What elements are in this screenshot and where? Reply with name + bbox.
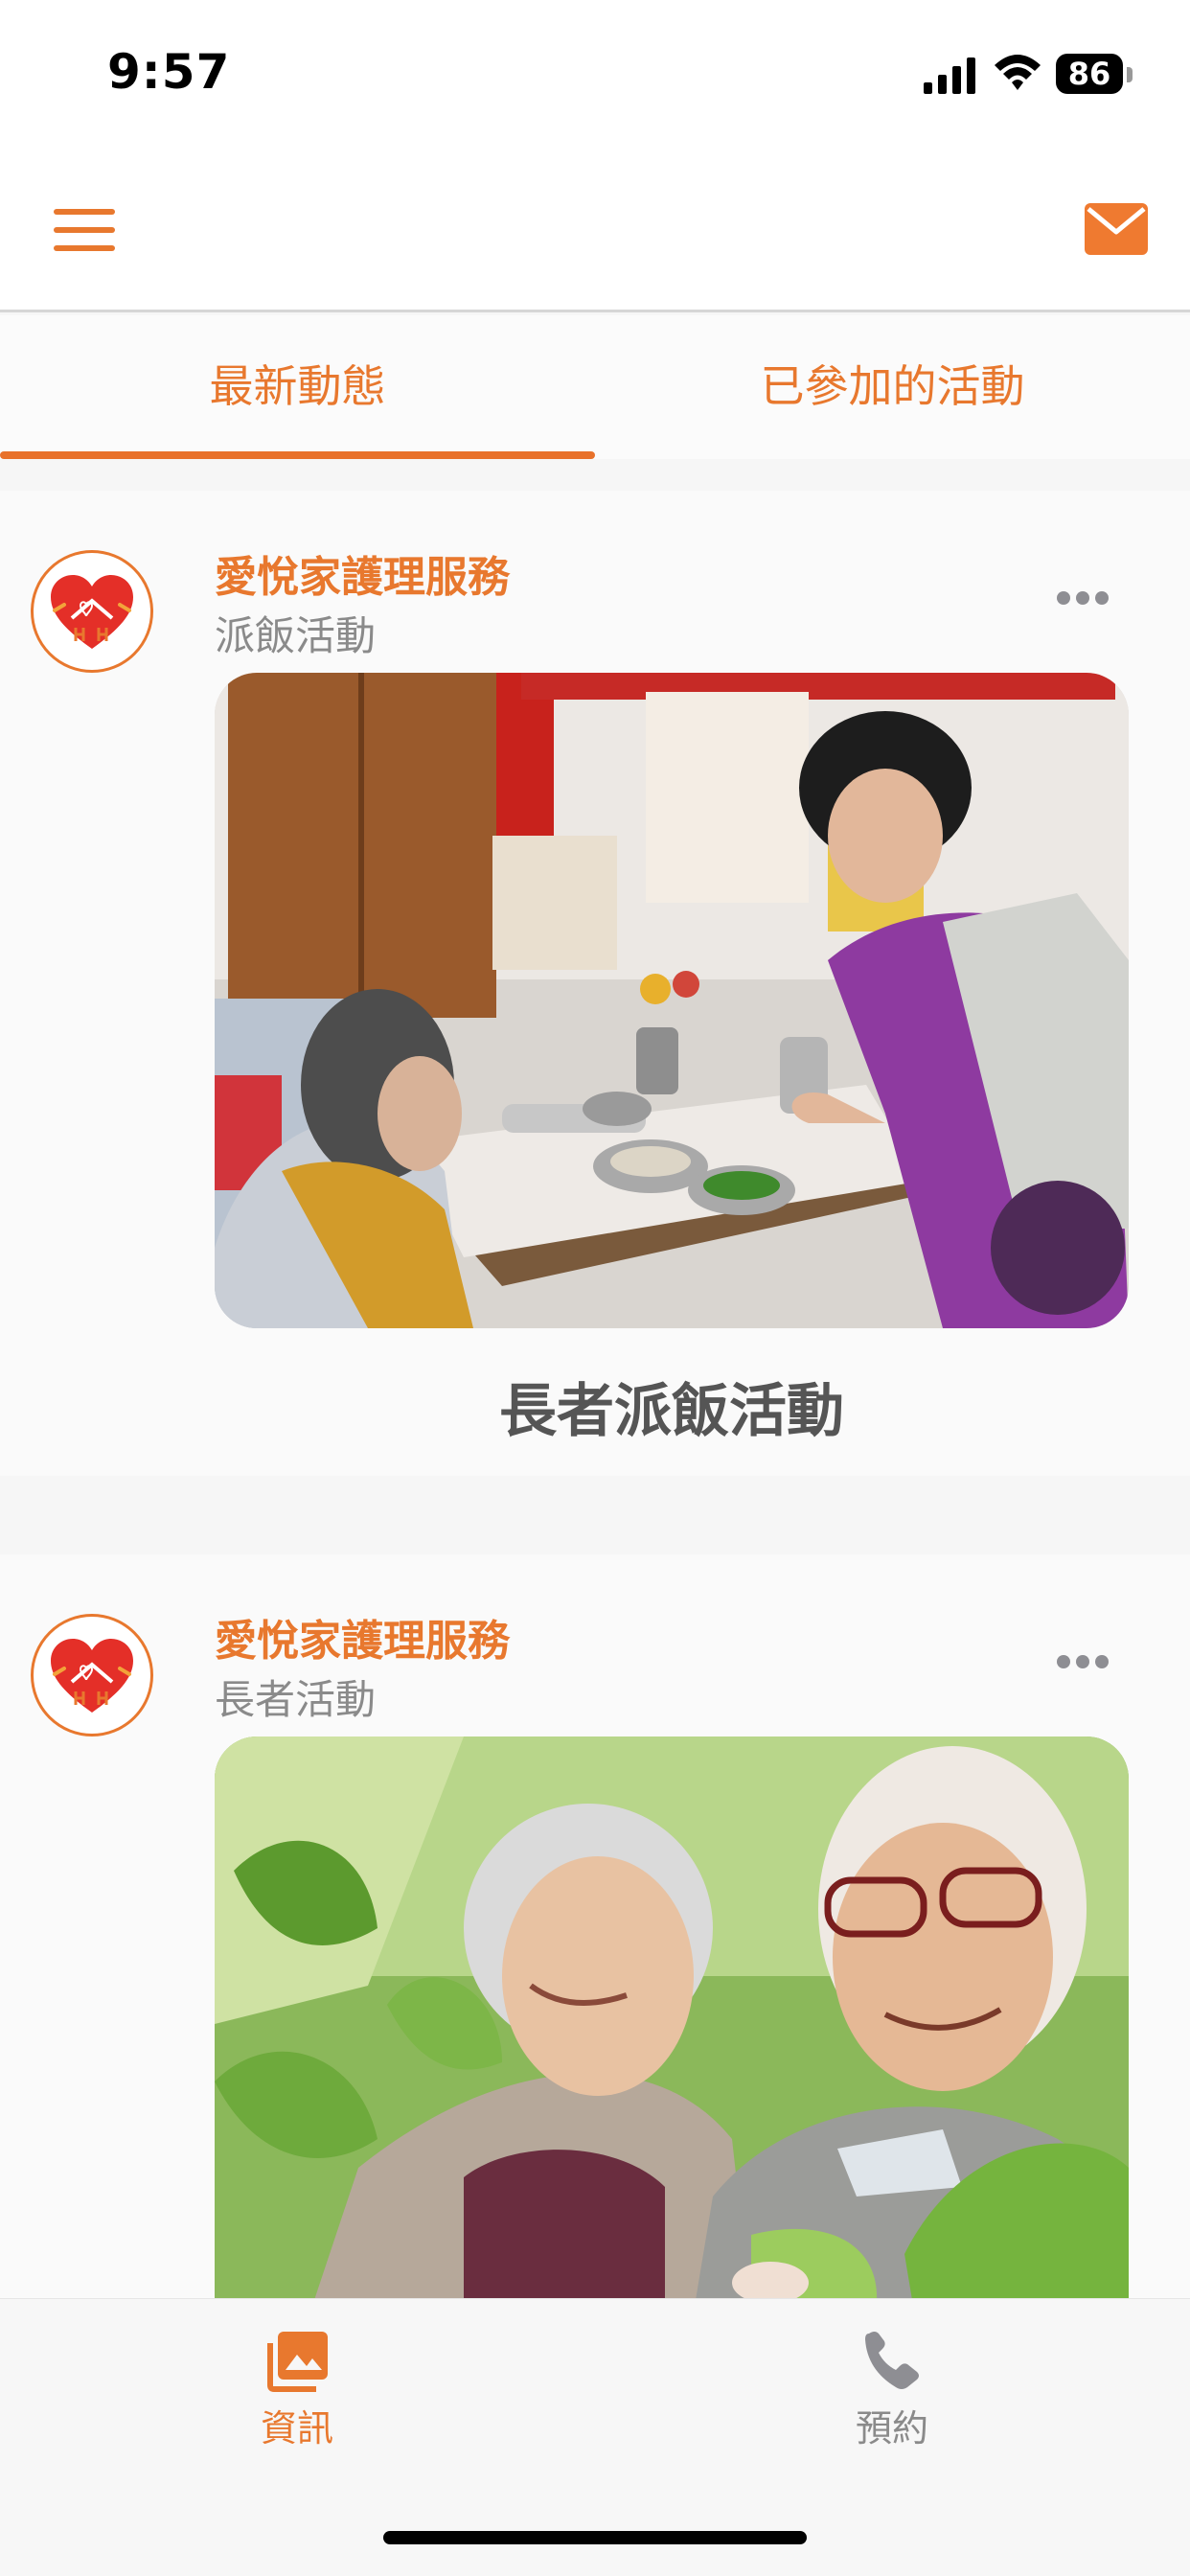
tab-latest-news[interactable]: 最新動態 (0, 315, 595, 459)
status-time: 9:57 (107, 44, 231, 100)
heart-house-logo-icon (51, 1639, 133, 1713)
hamburger-menu-icon[interactable] (54, 209, 115, 253)
tab-bar: 最新動態 已參加的活動 (0, 315, 1190, 459)
more-options-icon[interactable] (1054, 1646, 1115, 1677)
app-screen: 9:57 86 最新動態 已參加的活動 愛悅家護理服務 派飯活動 長者派飯活動 … (0, 0, 1190, 2576)
org-avatar[interactable] (31, 1614, 153, 1736)
top-app-bar (0, 153, 1190, 312)
battery-nub (1127, 67, 1133, 82)
nav-item-news[interactable]: 資訊 (201, 2328, 393, 2472)
feed-card: 愛悅家護理服務 派飯活動 長者派飯活動 (0, 491, 1190, 1476)
post-image[interactable] (215, 1736, 1129, 2312)
heart-house-logo-icon (51, 575, 133, 649)
more-options-icon[interactable] (1054, 583, 1115, 613)
status-bar: 9:57 86 (0, 0, 1190, 153)
phone-icon (865, 2332, 919, 2389)
photo-library-icon (267, 2332, 328, 2392)
org-avatar[interactable] (31, 550, 153, 673)
battery-icon: 86 (1056, 54, 1123, 94)
post-image[interactable] (215, 673, 1129, 1328)
nav-label-booking: 預約 (855, 2407, 928, 2450)
active-tab-indicator (0, 451, 595, 459)
tab-joined-activities[interactable]: 已參加的活動 (595, 315, 1190, 459)
org-name[interactable]: 愛悅家護理服務 (215, 542, 510, 604)
post-category: 長者活動 (215, 1676, 377, 1723)
cellular-signal-icon (924, 58, 975, 94)
envelope-icon[interactable] (1085, 203, 1148, 255)
post-category: 派飯活動 (215, 612, 377, 659)
home-indicator[interactable] (383, 2531, 807, 2544)
feed-card: 愛悅家護理服務 長者活動 (0, 1554, 1190, 2312)
elderly-couple-photo (215, 1736, 1129, 2312)
meal-service-photo (215, 673, 1129, 1328)
nav-label-news: 資訊 (260, 2407, 333, 2450)
wifi-icon (995, 55, 1041, 90)
post-title: 長者派飯活動 (499, 1378, 844, 1445)
bottom-navigation: 資訊 預約 (0, 2298, 1190, 2576)
org-name[interactable]: 愛悅家護理服務 (215, 1606, 510, 1668)
nav-item-booking[interactable]: 預約 (796, 2328, 988, 2472)
